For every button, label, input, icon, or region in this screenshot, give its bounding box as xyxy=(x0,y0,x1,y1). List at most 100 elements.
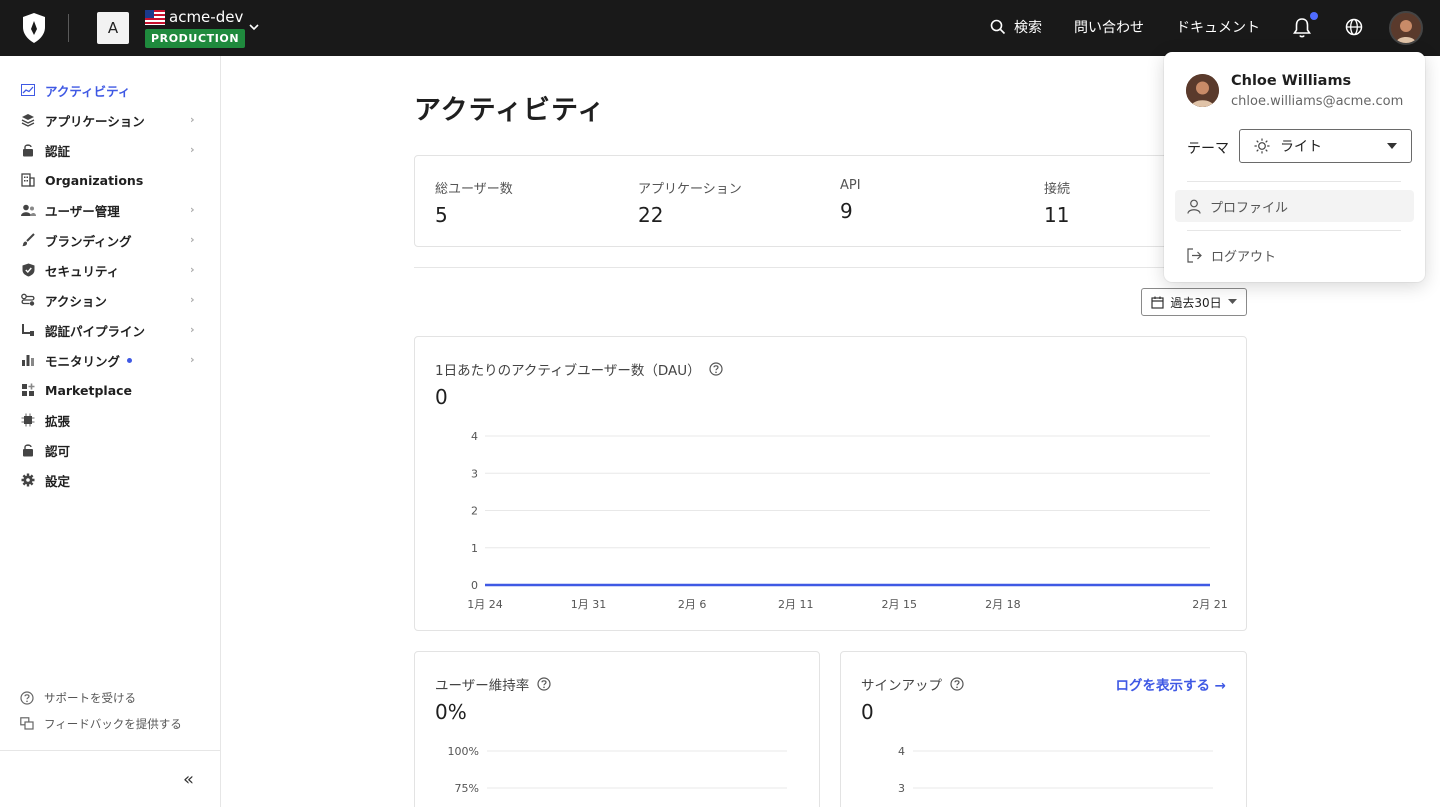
sidebar-item-organizations[interactable]: Organizations xyxy=(20,169,200,191)
globe-icon[interactable] xyxy=(1345,18,1363,36)
theme-label: テーマ xyxy=(1187,141,1229,157)
caret-down-icon xyxy=(1227,299,1237,304)
sidebar-item-label: アクティビティ xyxy=(45,83,131,99)
help-circle-icon xyxy=(20,691,34,705)
stat-value: 5 xyxy=(435,203,448,227)
stat-total-users: 総ユーザー数 5 xyxy=(435,178,513,227)
calendar-icon xyxy=(1151,296,1164,309)
sidebar-item-settings[interactable]: 設定 xyxy=(20,469,200,491)
sidebar-item-label: ユーザー管理 xyxy=(45,203,120,219)
sidebar-item-label: 認証 xyxy=(45,143,71,159)
sidebar-item-actions[interactable]: アクション › xyxy=(20,289,200,311)
stat-label: 総ユーザー数 xyxy=(435,182,513,197)
date-range-button[interactable]: 過去30日 xyxy=(1141,288,1247,316)
sidebar-item-user-management[interactable]: ユーザー管理 › xyxy=(20,199,200,221)
retention-card: ユーザー維持率 0% 100% 75% xyxy=(414,651,820,807)
stat-label: 接続 xyxy=(1044,182,1071,197)
feedback-icon xyxy=(20,717,34,730)
sidebar-item-label: セキュリティ xyxy=(45,263,120,279)
theme-select[interactable]: ライト xyxy=(1239,129,1412,163)
collapse-sidebar-icon[interactable]: « xyxy=(183,769,199,790)
user-avatar-button[interactable] xyxy=(1389,11,1423,45)
date-range-label: 過去30日 xyxy=(1170,295,1222,310)
stat-label: アプリケーション xyxy=(638,182,742,197)
layers-icon xyxy=(20,112,36,128)
logo-icon[interactable] xyxy=(21,12,47,44)
x-tick-label: 2月 11 xyxy=(778,598,814,611)
sidebar-item-security[interactable]: セキュリティ › xyxy=(20,259,200,281)
x-tick-label: 2月 18 xyxy=(985,598,1021,611)
sidebar-item-label: 拡張 xyxy=(45,413,71,429)
caret-down-icon xyxy=(1387,143,1397,149)
y-tick-label: 100% xyxy=(448,745,479,758)
tenant-name[interactable]: acme-dev xyxy=(169,8,243,26)
sidebar-item-extensions[interactable]: 拡張 xyxy=(20,409,200,431)
signups-line-chart: 43 xyxy=(898,745,1213,795)
sidebar-item-label: 認可 xyxy=(45,443,71,459)
sun-icon xyxy=(1254,138,1270,154)
x-tick-label: 1月 24 xyxy=(467,598,503,611)
environment-badge: PRODUCTION xyxy=(145,29,246,48)
stat-apis: API 9 xyxy=(840,178,861,223)
divider xyxy=(68,14,69,42)
x-tick-label: 1月 31 xyxy=(571,598,607,611)
new-indicator-dot xyxy=(127,357,133,363)
chevron-right-icon: › xyxy=(190,323,195,336)
logout-menu-item[interactable]: ログアウト xyxy=(1175,239,1414,271)
stat-connections: 接続 11 xyxy=(1044,178,1070,227)
lock-icon xyxy=(20,142,36,158)
contact-link[interactable]: 問い合わせ xyxy=(1074,17,1144,37)
sidebar-item-label: Marketplace xyxy=(45,382,133,398)
sidebar-item-auth-pipeline[interactable]: 認証パイプライン › xyxy=(20,319,200,341)
chevron-right-icon: › xyxy=(190,113,195,126)
feedback-link[interactable]: フィードバックを提供する xyxy=(20,716,182,732)
support-link[interactable]: サポートを受ける xyxy=(20,690,136,706)
x-tick-label: 2月 6 xyxy=(678,598,707,611)
search-button[interactable]: 検索 xyxy=(990,17,1042,37)
sidebar-item-monitoring[interactable]: モニタリング › xyxy=(20,349,200,371)
feedback-label: フィードバックを提供する xyxy=(44,717,182,731)
activity-icon xyxy=(20,82,36,98)
users-icon xyxy=(20,202,36,218)
y-tick-label: 2 xyxy=(471,505,478,518)
sidebar-item-authorization[interactable]: 認可 xyxy=(20,439,200,461)
profile-label: プロファイル xyxy=(1210,200,1289,216)
sidebar-item-marketplace[interactable]: Marketplace xyxy=(20,379,200,401)
avatar-image xyxy=(1186,74,1219,107)
bar-chart-icon xyxy=(20,352,36,368)
y-tick-label: 4 xyxy=(471,430,478,443)
sidebar-item-authentication[interactable]: 認証 › xyxy=(20,139,200,161)
user-menu: Chloe Williams chloe.williams@acme.com テ… xyxy=(1164,52,1425,282)
divider xyxy=(0,750,221,751)
building-icon xyxy=(20,172,36,188)
brush-icon xyxy=(20,232,36,248)
chip-icon xyxy=(20,412,36,428)
dau-card: 1日あたりのアクティブユーザー数（DAU） 0 0 1 2 3 4 1月 24 1月 31 2… xyxy=(414,336,1247,631)
sidebar-item-branding[interactable]: ブランディング › xyxy=(20,229,200,251)
logout-icon xyxy=(1187,247,1202,263)
y-tick-label: 4 xyxy=(898,745,905,758)
sidebar-item-label: 認証パイプライン xyxy=(45,323,146,339)
y-tick-label: 75% xyxy=(455,782,479,795)
y-tick-label: 1 xyxy=(471,542,478,555)
sidebar-item-activity[interactable]: アクティビティ xyxy=(20,79,200,101)
chevron-down-icon[interactable] xyxy=(247,20,261,34)
logout-label: ログアウト xyxy=(1211,249,1277,265)
tenant-avatar[interactable]: A xyxy=(97,12,129,44)
bell-icon[interactable] xyxy=(1292,17,1312,39)
stat-applications: アプリケーション 22 xyxy=(638,178,742,227)
divider xyxy=(1187,181,1401,182)
docs-link[interactable]: ドキュメント xyxy=(1176,17,1260,37)
gear-icon xyxy=(20,472,36,488)
sidebar-item-applications[interactable]: アプリケーション › xyxy=(20,109,200,131)
chevron-right-icon: › xyxy=(190,263,195,276)
chevron-right-icon: › xyxy=(190,353,195,366)
signups-card: サインアップ ログを表示する → 0 43 xyxy=(840,651,1247,807)
sidebar-item-label: アプリケーション xyxy=(45,113,145,129)
retention-line-chart: 100% 75% xyxy=(448,745,787,795)
search-label: 検索 xyxy=(1014,20,1042,36)
profile-menu-item[interactable]: プロファイル xyxy=(1175,190,1414,222)
sidebar-item-label: Organizations xyxy=(45,172,144,188)
theme-value: ライト xyxy=(1280,139,1322,155)
y-tick-label: 3 xyxy=(471,467,478,480)
